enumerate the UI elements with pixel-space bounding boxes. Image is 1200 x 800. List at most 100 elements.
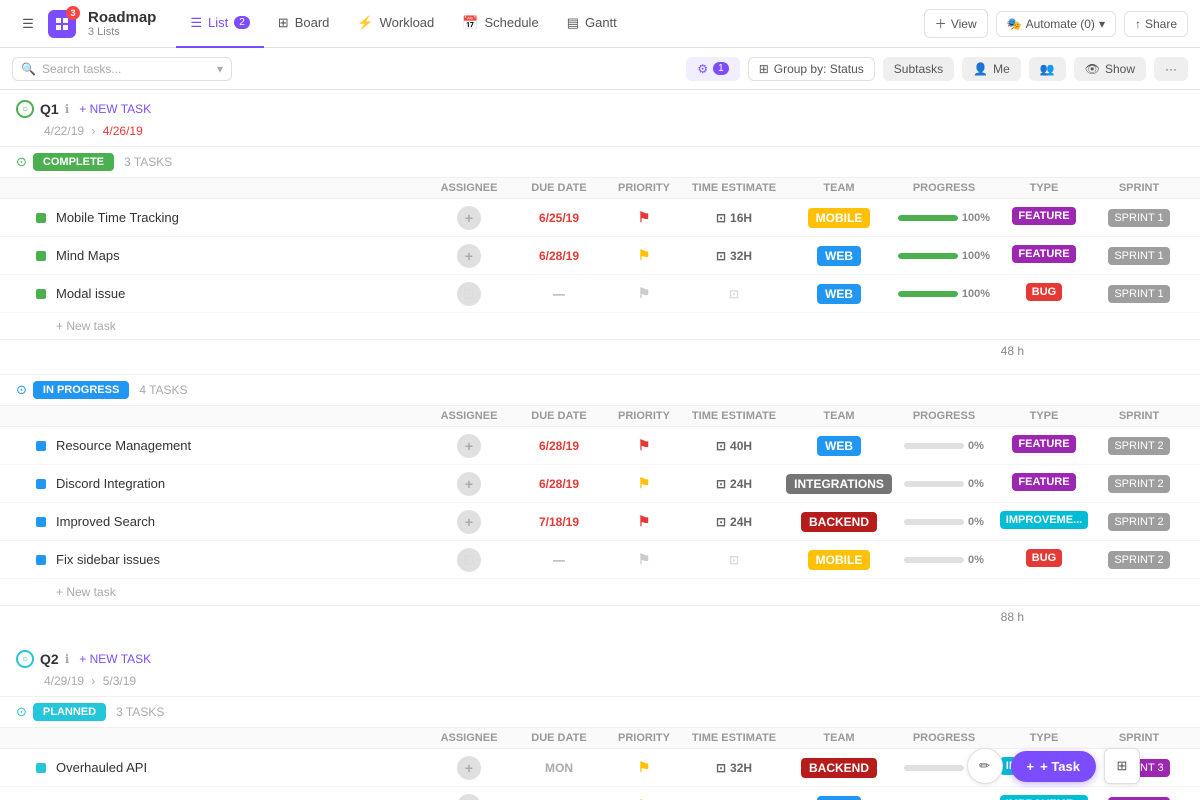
show-button[interactable]: 👁 Show — [1074, 57, 1146, 81]
tab-list[interactable]: ☰ List 2 — [176, 0, 263, 48]
tab-gantt[interactable]: ▤ Gantt — [553, 0, 631, 48]
q1-new-task[interactable]: + NEW TASK — [79, 102, 151, 116]
tab-schedule[interactable]: 📅 Schedule — [448, 0, 552, 48]
task-type: Improveme... — [994, 795, 1094, 800]
avatar[interactable]: + — [457, 756, 481, 780]
people-button[interactable]: 👥 — [1029, 57, 1066, 81]
task-name: Modal issue — [56, 286, 424, 301]
view-label: View — [951, 17, 977, 31]
filter-button[interactable]: ⚙ 1 — [686, 57, 739, 81]
flag-icon: ⚑ — [638, 285, 651, 301]
avatar[interactable]: + — [457, 206, 481, 230]
task-row[interactable]: Improved Search + 7/18/19 ⚑ ⊡ 24h Backen… — [0, 503, 1200, 541]
q2-toggle[interactable]: ○ — [16, 650, 34, 668]
col-priority: PRIORITY — [604, 410, 684, 422]
task-row[interactable]: Modal issue ⊡ — ⚑ ⊡ Web 100% Bug — [0, 275, 1200, 313]
q2-new-task[interactable]: + NEW TASK — [79, 652, 151, 666]
avatar[interactable]: + — [457, 244, 481, 268]
avatar[interactable]: + — [457, 794, 481, 800]
add-task-in-progress[interactable]: + New task — [0, 579, 1200, 605]
progress-text: 100% — [962, 250, 990, 262]
task-row[interactable]: Resource Management + 6/28/19 ⚑ ⊡ 40h We… — [0, 427, 1200, 465]
task-priority: ⚑ — [604, 285, 684, 302]
search-box[interactable]: 🔍 Search tasks... ▾ — [12, 57, 232, 81]
task-priority: ⚑ — [604, 551, 684, 568]
task-row[interactable]: Mind Maps + 6/28/19 ⚑ ⊡ 32h Web 100% — [0, 237, 1200, 275]
q1-toggle[interactable]: ○ — [16, 100, 34, 118]
search-chevron: ▾ — [217, 62, 223, 76]
hamburger-icon[interactable]: ☰ — [12, 8, 44, 40]
flag-icon: ⚑ — [638, 513, 651, 529]
team-badge: Web — [817, 284, 861, 304]
task-team: Backend — [784, 512, 894, 532]
task-row[interactable]: Fix sidebar issues ⊡ — ⚑ ⊡ Mobile 0% Bug — [0, 541, 1200, 579]
tab-board[interactable]: ⊞ Board — [264, 0, 344, 48]
task-time: ⊡ 24h — [684, 515, 784, 529]
col-team: TEAM — [784, 410, 894, 422]
col-type: TYPE — [994, 410, 1094, 422]
task-row[interactable]: Translation and Localization + 7/3/19 ⚑ … — [0, 787, 1200, 800]
share-button[interactable]: ↑ Share — [1124, 11, 1188, 37]
q2-info-icon[interactable]: ℹ — [65, 652, 70, 666]
avatar[interactable]: + — [457, 434, 481, 458]
task-assignee[interactable]: + — [424, 472, 514, 496]
flag-icon: ⚑ — [638, 209, 651, 225]
group-by-button[interactable]: ⊞ Group by: Status — [748, 57, 875, 81]
task-priority: ⚑ — [604, 209, 684, 226]
grid-fab-button[interactable]: ⊞ — [1104, 748, 1140, 784]
nav-right: ＋ View 🎭 Automate (0) ▾ ↑ Share — [924, 9, 1188, 38]
me-button[interactable]: 👤 Me — [962, 57, 1021, 81]
complete-table-header: ASSIGNEE DUE DATE PRIORITY TIME ESTIMATE… — [0, 177, 1200, 199]
task-assignee[interactable]: + — [424, 434, 514, 458]
avatar[interactable]: + — [457, 472, 481, 496]
progress-fill — [898, 291, 958, 297]
task-type: Bug — [994, 549, 1094, 570]
eye-icon: 👁 — [1085, 62, 1100, 76]
avatar[interactable]: ⊡ — [457, 548, 481, 572]
task-dot — [36, 555, 46, 565]
avatar[interactable]: ⊡ — [457, 282, 481, 306]
in-progress-toggle[interactable]: ⊙ — [16, 382, 27, 398]
planned-toggle[interactable]: ⊙ — [16, 704, 27, 720]
subtasks-button[interactable]: Subtasks — [883, 57, 954, 81]
share-icon: ↑ — [1135, 17, 1141, 31]
fab-label: + Task — [1040, 759, 1080, 774]
more-options-button[interactable]: ··· — [1154, 57, 1188, 81]
q1-info-icon[interactable]: ℹ — [65, 102, 70, 116]
sprint-badge: Sprint 1 — [1108, 209, 1169, 227]
avatar[interactable]: + — [457, 510, 481, 534]
tab-gantt-label: Gantt — [585, 15, 617, 30]
edit-fab-button[interactable]: ✏ — [967, 748, 1003, 784]
task-assignee[interactable]: + — [424, 244, 514, 268]
time-value: 16h — [730, 211, 752, 225]
task-assignee[interactable]: + — [424, 794, 514, 800]
in-progress-header: ⊙ IN PROGRESS 4 TASKS — [0, 374, 1200, 405]
complete-header: ⊙ COMPLETE 3 TASKS — [0, 146, 1200, 177]
q2-title: Q2 — [40, 651, 59, 667]
task-name: Mind Maps — [56, 248, 424, 263]
complete-group: ⊙ COMPLETE 3 TASKS ASSIGNEE DUE DATE PRI… — [0, 146, 1200, 362]
view-button[interactable]: ＋ View — [924, 9, 988, 38]
tab-schedule-label: Schedule — [484, 15, 538, 30]
task-assignee[interactable]: + — [424, 206, 514, 230]
tab-list-icon: ☰ — [190, 15, 202, 31]
planned-header: ⊙ PLANNED 3 TASKS — [0, 696, 1200, 727]
type-badge: Improveme... — [1000, 511, 1088, 529]
col-progress: PROGRESS — [894, 732, 994, 744]
task-row[interactable]: Discord Integration + 6/28/19 ⚑ ⊡ 24h In… — [0, 465, 1200, 503]
task-row[interactable]: Mobile Time Tracking + 6/25/19 ⚑ ⊡ 16h M… — [0, 199, 1200, 237]
add-task-complete[interactable]: + New task — [0, 313, 1200, 339]
task-sprint: Sprint 2 — [1094, 475, 1184, 493]
clock-icon: ⊡ — [729, 287, 739, 301]
add-task-fab-button[interactable]: + + Task — [1011, 751, 1096, 782]
clock-icon: ⊡ — [716, 211, 726, 225]
task-assignee[interactable]: ⊡ — [424, 548, 514, 572]
task-assignee[interactable]: + — [424, 756, 514, 780]
task-assignee[interactable]: + — [424, 510, 514, 534]
complete-toggle[interactable]: ⊙ — [16, 154, 27, 170]
total-row-complete: 48 h — [0, 339, 1200, 362]
tab-workload-label: Workload — [380, 15, 435, 30]
automate-button[interactable]: 🎭 Automate (0) ▾ — [996, 11, 1116, 37]
task-assignee[interactable]: ⊡ — [424, 282, 514, 306]
tab-workload[interactable]: ⚡ Workload — [343, 0, 448, 48]
